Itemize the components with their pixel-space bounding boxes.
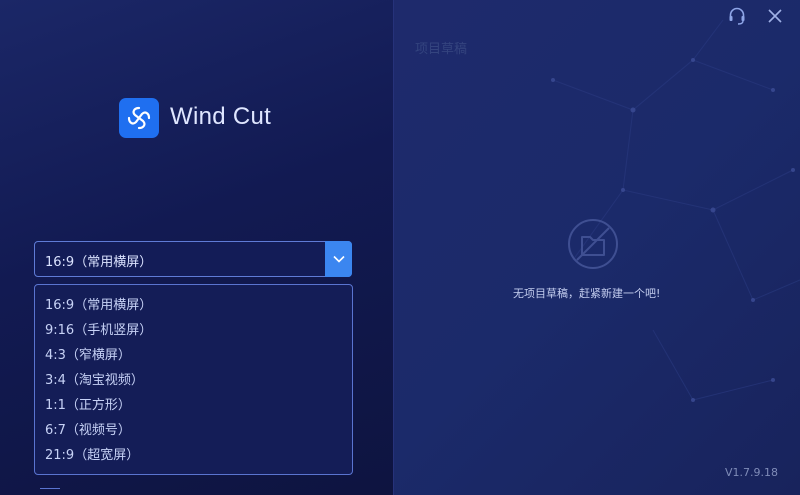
no-folder-icon [567, 218, 619, 270]
empty-drafts-message: 无项目草稿，赶紧新建一个吧! [513, 287, 661, 300]
partial-element [40, 488, 60, 495]
dropdown-option-1-1[interactable]: 1:1（正方形） [35, 393, 352, 418]
dropdown-option-16-9[interactable]: 16:9（常用横屏） [35, 293, 352, 318]
dropdown-option-6-7[interactable]: 6:7（视频号） [35, 418, 352, 443]
dropdown-option-9-16[interactable]: 9:16（手机竖屏） [35, 318, 352, 343]
drafts-title: 项目草稿 [415, 42, 468, 57]
version-label: V1.7.9.18 [724, 466, 778, 479]
dropdown-option-21-9[interactable]: 21:9（超宽屏） [35, 443, 352, 468]
aspect-ratio-select[interactable]: 16:9（常用横屏） [34, 241, 352, 277]
wind-cut-logo-icon [119, 98, 159, 138]
chevron-down-icon[interactable] [325, 241, 352, 277]
aspect-ratio-selected-value: 16:9（常用横屏） [45, 255, 153, 270]
close-icon[interactable] [764, 5, 786, 27]
app-name: Wind Cut [170, 103, 272, 130]
headset-icon[interactable] [726, 5, 748, 27]
panel-divider [393, 0, 394, 495]
dropdown-option-4-3[interactable]: 4:3（窄横屏） [35, 343, 352, 368]
aspect-ratio-dropdown: 16:9（常用横屏） 9:16（手机竖屏） 4:3（窄横屏） 3:4（淘宝视频）… [34, 284, 353, 475]
dropdown-option-3-4[interactable]: 3:4（淘宝视频） [35, 368, 352, 393]
app-window: Wind Cut 16:9（常用横屏） 16:9（常用横屏） 9:16（手机竖屏… [0, 0, 800, 495]
